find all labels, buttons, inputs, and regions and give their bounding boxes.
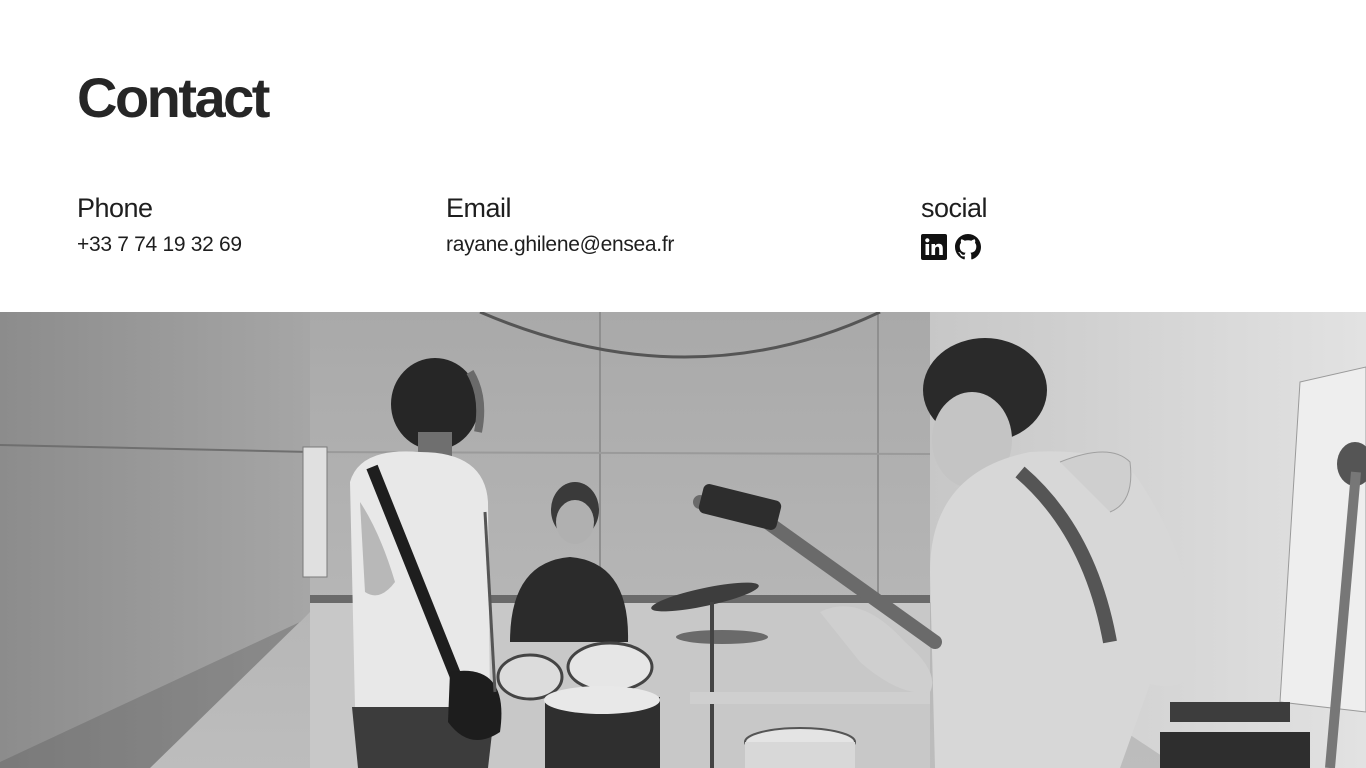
- phone-label: Phone: [77, 193, 153, 223]
- github-link[interactable]: [955, 234, 981, 260]
- phone-block: Phone +33 7 74 19 32 69: [77, 192, 242, 258]
- social-links: [921, 234, 987, 260]
- linkedin-link[interactable]: [921, 234, 947, 260]
- email-address[interactable]: rayane.ghilene@ensea.fr: [446, 232, 674, 258]
- social-block: social: [921, 192, 988, 260]
- phone-number[interactable]: +33 7 74 19 32 69: [77, 232, 242, 258]
- github-icon: [955, 234, 981, 260]
- band-rehearsal-photo: [0, 312, 1366, 768]
- email-label: Email: [446, 193, 512, 223]
- contact-section: Contact Phone +33 7 74 19 32 69 Email ra…: [0, 0, 1366, 312]
- email-block: Email rayane.ghilene@ensea.fr: [446, 192, 674, 258]
- linkedin-icon: [921, 234, 947, 260]
- page-title: Contact: [77, 66, 270, 129]
- social-label: social: [921, 193, 988, 223]
